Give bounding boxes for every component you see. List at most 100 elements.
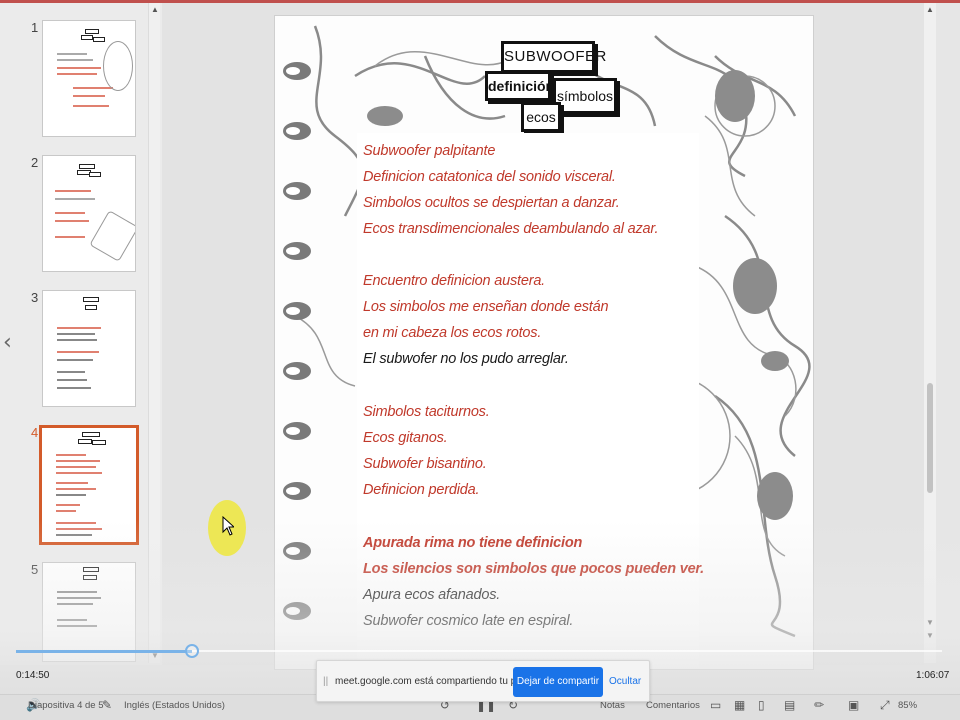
video-total-duration: 1:06:07 xyxy=(916,670,950,681)
thumb-title-box xyxy=(83,567,99,572)
thumbnail-number: 4 xyxy=(31,425,39,440)
screen-share-notice: || meet.google.com está compartiendo tu … xyxy=(316,660,650,702)
poem-line: Definicion catatonica del sonido viscera… xyxy=(363,169,616,185)
video-progress-knob[interactable] xyxy=(185,644,199,658)
title-box-definicion[interactable]: definición xyxy=(485,71,554,101)
thumb-text-line xyxy=(57,351,99,353)
poem-line: Definicion perdida. xyxy=(363,482,480,498)
thumb-title-box xyxy=(83,575,97,580)
thumb-text-line xyxy=(57,625,97,627)
poem-text-box[interactable]: Subwoofer palpitante Definicion catatoni… xyxy=(357,133,704,669)
thumb-text-line xyxy=(56,466,96,468)
thumb-text-line xyxy=(56,460,100,462)
thumb-text-line xyxy=(57,591,97,593)
comments-button[interactable]: Comentarios xyxy=(646,700,700,711)
title-box-ecos[interactable]: ecos xyxy=(521,102,561,132)
thumb-doodle xyxy=(103,41,133,91)
poem-line: Encuentro definicion austera. xyxy=(363,273,546,289)
video-elapsed-time: 0:14:50 xyxy=(16,670,50,681)
thumb-text-line xyxy=(56,488,96,490)
slide-sorter-icon[interactable]: ▦ xyxy=(734,698,745,712)
slide-counter: Diapositiva 4 de 5 xyxy=(28,700,104,711)
stop-sharing-button[interactable]: Dejar de compartir xyxy=(513,667,603,697)
language-indicator[interactable]: Inglés (Estados Unidos) xyxy=(124,700,225,711)
thumb-text-line xyxy=(56,472,102,474)
thumb-text-line xyxy=(57,603,93,605)
thumb-text-line xyxy=(57,53,87,55)
thumb-text-line xyxy=(56,494,86,496)
current-slide[interactable]: SUBWOOFER símbolos ecos definición Subwo… xyxy=(274,15,814,670)
poem-line: Ecos transdimencionales deambulando al a… xyxy=(363,221,659,237)
thumb-text-line xyxy=(57,59,93,61)
poem-line: Simbolos ocultos se despiertan a danzar. xyxy=(363,195,620,211)
slide-scrollbar[interactable]: ▲ ▼ ▼ xyxy=(924,3,936,663)
slide-thumbnail-1[interactable] xyxy=(42,20,136,137)
thumb-text-line xyxy=(57,333,95,335)
drag-handle-icon[interactable]: || xyxy=(323,676,328,687)
thumb-text-line xyxy=(57,379,87,381)
thumbnail-scrollbar[interactable]: ▲ ▼ xyxy=(148,3,160,663)
thumb-title-box xyxy=(81,35,93,40)
thumb-text-line xyxy=(55,220,89,222)
normal-view-icon[interactable]: ▭ xyxy=(710,698,721,712)
thumb-title-box xyxy=(79,164,95,169)
thumbnail-number: 3 xyxy=(31,290,39,305)
poem-line: Subwofer cosmico late en espiral. xyxy=(363,613,574,629)
fit-slide-icon[interactable]: ▣ xyxy=(848,698,859,712)
thumb-text-line xyxy=(56,510,76,512)
thumb-text-line xyxy=(57,619,87,621)
thumb-text-line xyxy=(55,198,95,200)
thumb-title-box xyxy=(85,29,99,34)
thumb-title-box xyxy=(89,172,101,177)
thumb-text-line xyxy=(57,359,93,361)
poem-line: Los simbolos me enseñan donde están xyxy=(363,299,609,315)
reading-view-icon[interactable]: ▯ xyxy=(758,698,765,712)
scrollbar-thumb[interactable] xyxy=(927,383,933,493)
mouse-pointer-icon xyxy=(222,516,234,536)
scroll-down-arrow-icon[interactable]: ▼ xyxy=(926,618,934,627)
spiral-binding xyxy=(283,62,311,620)
poem-line: en mi cabeza los ecos rotos. xyxy=(363,325,542,341)
thumb-title-box xyxy=(83,297,99,302)
video-progress-fill xyxy=(16,650,192,653)
title-box-subwoofer[interactable]: SUBWOOFER xyxy=(501,41,606,73)
slide-thumbnail-3[interactable] xyxy=(42,290,136,407)
slideshow-icon[interactable]: ▤ xyxy=(784,698,795,712)
slide-thumbnail-4[interactable] xyxy=(39,425,139,545)
slide-thumbnail-2[interactable] xyxy=(42,155,136,272)
next-slide-arrow-icon[interactable]: ▼ xyxy=(926,631,934,640)
poem-line: Apura ecos afanados. xyxy=(363,587,501,603)
expand-icon[interactable]: ⤢ xyxy=(880,698,890,713)
pen-icon[interactable]: ✏ xyxy=(814,698,824,712)
thumb-title-box xyxy=(85,305,97,310)
thumb-text-line xyxy=(55,212,85,214)
thumb-text-line xyxy=(57,597,101,599)
thumb-title-box xyxy=(78,439,92,444)
thumb-text-line xyxy=(56,528,102,530)
poem-line: Los silencios son simbolos que pocos pue… xyxy=(363,561,704,577)
poem-line: Ecos gitanos. xyxy=(363,430,448,446)
poem-line: Subwoofer palpitante xyxy=(363,143,496,159)
slide-thumbnail-5[interactable] xyxy=(42,562,136,662)
scroll-up-arrow-icon[interactable]: ▲ xyxy=(150,5,160,15)
scroll-up-arrow-icon[interactable]: ▲ xyxy=(926,5,934,14)
thumb-text-line xyxy=(73,95,105,97)
thumb-text-line xyxy=(73,105,109,107)
thumb-text-line xyxy=(56,522,96,524)
thumbnail-number: 1 xyxy=(31,20,39,35)
thumb-text-line xyxy=(57,387,91,389)
spellcheck-icon[interactable]: ✎ xyxy=(102,698,112,712)
poem-line: Apurada rima no tiene definicion xyxy=(363,535,583,551)
thumb-doodle xyxy=(89,210,135,262)
thumbnail-number: 2 xyxy=(31,155,39,170)
thumb-text-line xyxy=(57,73,97,75)
hide-button[interactable]: Ocultar xyxy=(609,676,641,687)
previous-chevron-icon[interactable]: ‹ xyxy=(3,330,12,355)
thumb-text-line xyxy=(57,327,101,329)
title-box-simbolos[interactable]: símbolos xyxy=(553,78,617,114)
thumb-text-line xyxy=(57,339,97,341)
poem-line: Simbolos taciturnos. xyxy=(363,404,490,420)
zoom-level[interactable]: 85% xyxy=(898,700,917,711)
thumb-text-line xyxy=(73,87,113,89)
thumb-text-line xyxy=(55,190,91,192)
